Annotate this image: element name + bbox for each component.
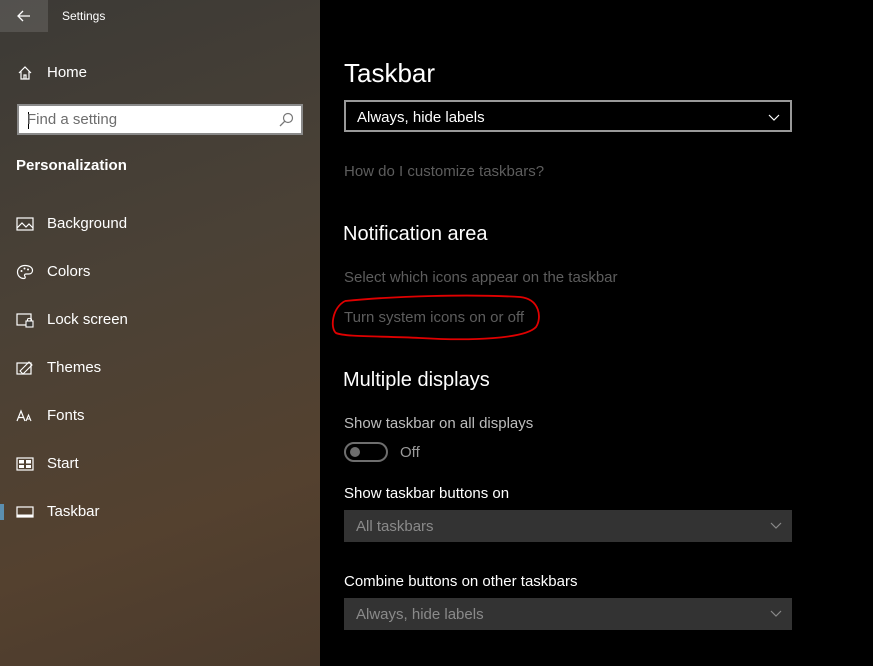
search-icon[interactable] [278,112,294,128]
chevron-down-icon [770,610,782,617]
sidebar-item-label: Start [47,455,79,472]
taskbar-icon [16,506,34,518]
sidebar-item-label: Fonts [47,407,85,424]
page-title: Taskbar [344,58,436,88]
system-icons-link[interactable]: Turn system icons on or off [344,309,524,326]
palette-icon [16,264,34,280]
sidebar-item-label: Taskbar [47,503,100,520]
back-button[interactable] [0,0,48,32]
window-title: Settings [62,9,106,23]
home-label: Home [47,64,88,81]
search-box[interactable] [17,104,303,135]
selection-indicator [0,504,4,520]
multiple-displays-heading: Multiple displays [343,369,490,391]
sidebar-item-label: Background [47,215,128,232]
toggle-state-label: Off [400,444,420,461]
main-content: Taskbar Always, hide labels How do I cus… [320,0,873,666]
select-icons-link[interactable]: Select which icons appear on the taskbar [344,269,618,286]
combine-other-dropdown[interactable]: Always, hide labels [344,598,792,630]
home-icon [18,66,32,80]
sidebar-item-lock-screen[interactable]: Lock screen [0,300,320,340]
sidebar-item-themes[interactable]: Themes [0,348,320,388]
title-bar: Settings [0,0,320,32]
home-nav-item[interactable]: Home [0,56,320,90]
sidebar-item-label: Themes [47,359,102,376]
dropdown-value: Always, hide labels [356,606,484,623]
section-label: Personalization [16,157,127,174]
sidebar-item-label: Colors [47,263,91,280]
chevron-down-icon [768,114,780,121]
sidebar-item-start[interactable]: Start [0,444,320,484]
sidebar-item-fonts[interactable]: Fonts [0,396,320,436]
picture-icon [16,217,34,231]
combine-other-label: Combine buttons on other taskbars [344,573,578,590]
dropdown-value: Always, hide labels [357,109,485,126]
sidebar-item-colors[interactable]: Colors [0,252,320,292]
fonts-icon [16,409,32,422]
themes-icon [16,361,33,375]
back-arrow-icon [17,10,30,22]
sidebar-item-taskbar[interactable]: Taskbar [0,492,320,532]
sidebar-item-background[interactable]: Background [0,204,320,244]
dropdown-value: All taskbars [356,518,434,535]
customize-taskbars-link[interactable]: How do I customize taskbars? [344,163,544,180]
lock-screen-icon [16,313,34,328]
sidebar: Settings Home Personalization Background… [0,0,320,666]
combine-taskbar-buttons-dropdown[interactable]: Always, hide labels [344,100,792,132]
show-all-displays-label: Show taskbar on all displays [344,415,534,432]
show-all-displays-toggle[interactable] [344,442,388,462]
toggle-knob [350,447,360,457]
search-input[interactable] [27,110,277,129]
sidebar-item-label: Lock screen [47,311,128,328]
chevron-down-icon [770,522,782,529]
buttons-on-label: Show taskbar buttons on [344,485,510,502]
buttons-on-dropdown[interactable]: All taskbars [344,510,792,542]
notification-area-heading: Notification area [343,223,488,245]
start-icon [16,457,34,471]
